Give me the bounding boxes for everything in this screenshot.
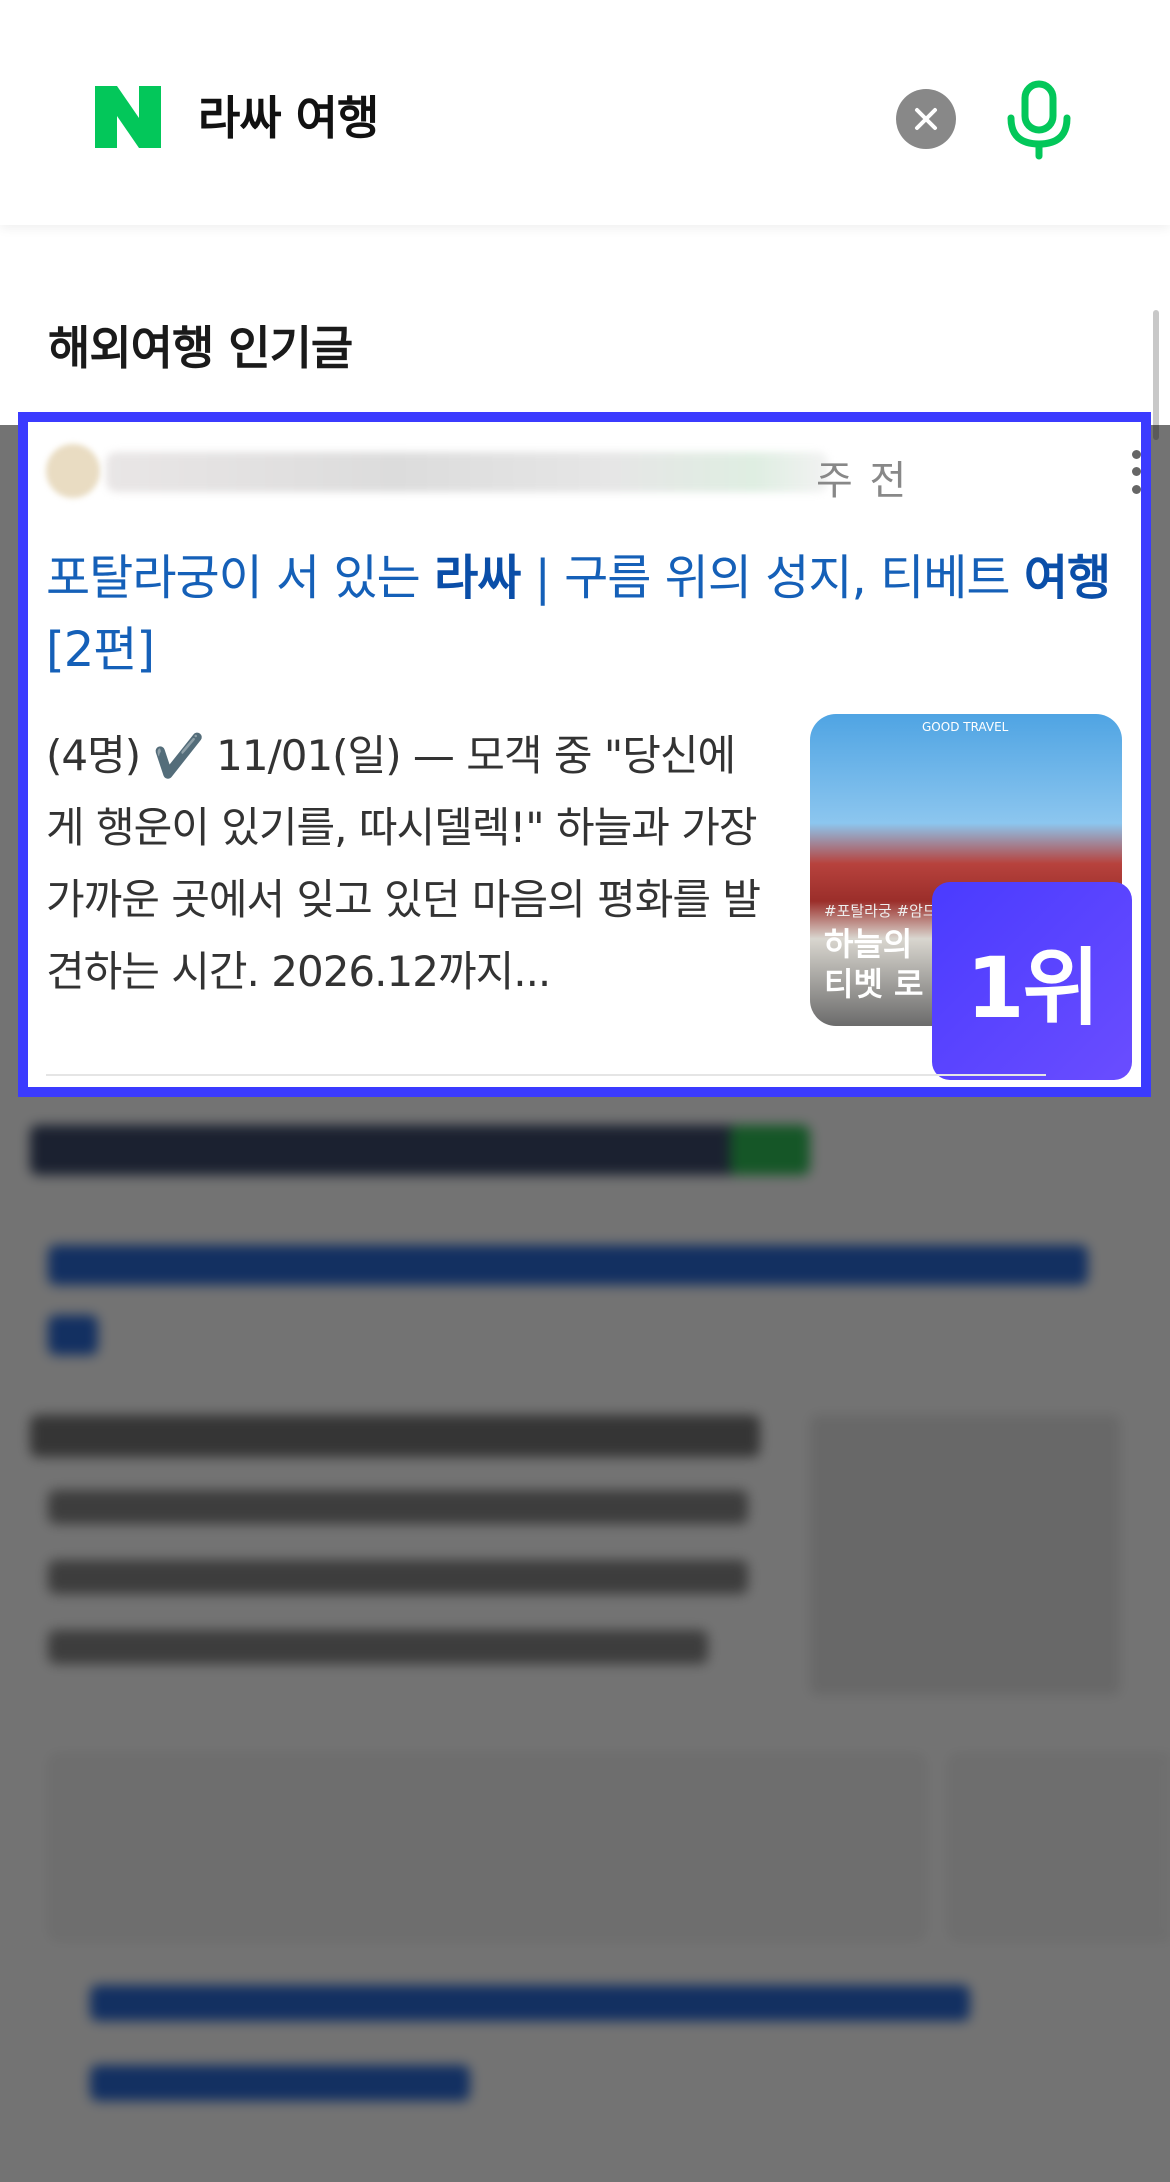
title-keyword-highlight: 여행 — [1023, 550, 1111, 606]
scrollbar[interactable] — [1153, 310, 1159, 440]
close-icon — [915, 108, 937, 130]
search-query[interactable]: 라싸 여행 — [198, 88, 379, 148]
thumbnail-tags: #포탈라궁 #암드 — [824, 902, 937, 920]
thumbnail-brand: GOOD TRAVEL — [922, 720, 1009, 734]
section-title: 해외여행 인기글 — [48, 321, 353, 375]
thumbnail-caption-line1: 하늘의 — [824, 925, 913, 963]
post-title[interactable]: 포탈라궁이 서 있는 라싸 | 구름 위의 성지, 티베트 여행 [2편] — [46, 542, 1136, 686]
title-keyword-highlight: 라싸 — [434, 550, 521, 606]
post-time: 주 전 — [816, 458, 909, 504]
thumbnail-caption-line2: 티벳 로 — [824, 965, 924, 1003]
naver-logo-icon[interactable] — [95, 86, 161, 148]
author-name-blurred[interactable] — [106, 452, 828, 492]
search-header: 라싸 여행 — [0, 0, 1170, 225]
title-text: [2편] — [46, 622, 155, 678]
divider — [46, 1074, 1046, 1076]
thumbnail-caption: 하늘의 티벳 로 — [824, 924, 923, 1004]
title-text: 포탈라궁이 서 있는 — [46, 550, 435, 606]
post-snippet[interactable]: (4명) ✔️ 11/01(일) — 모객 중 "당신에게 행운이 있기를, 따… — [46, 720, 766, 1008]
post-meta: 주 전 — [46, 440, 1141, 504]
more-options-icon[interactable] — [1126, 446, 1146, 498]
avatar[interactable] — [46, 444, 100, 498]
clear-search-button[interactable] — [896, 89, 956, 149]
microphone-icon[interactable] — [1005, 80, 1073, 160]
featured-post-card[interactable]: 주 전 포탈라궁이 서 있는 라싸 | 구름 위의 성지, 티베트 여행 [2편… — [18, 412, 1151, 1097]
title-text: | 구름 위의 성지, 티베트 — [520, 550, 1024, 606]
rank-badge: 1위 — [932, 882, 1132, 1080]
